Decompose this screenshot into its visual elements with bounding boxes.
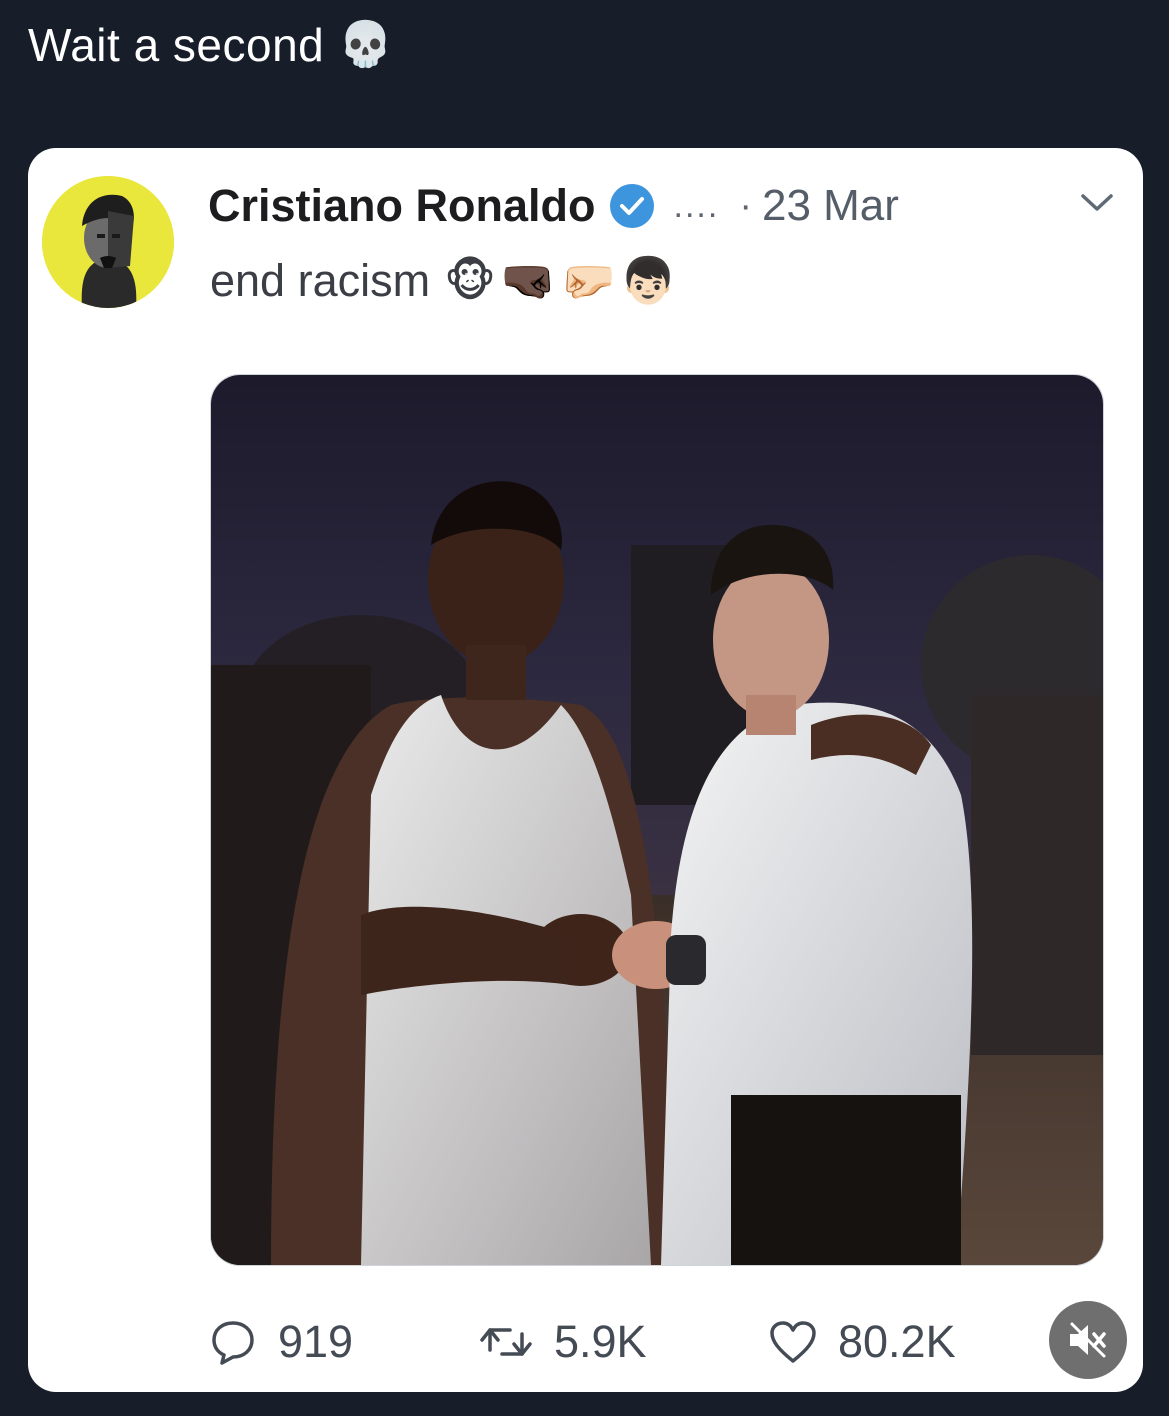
tweet-emojis: 🐵 🤜🏿 🤛🏻 👦🏻 xyxy=(444,254,676,307)
heart-icon xyxy=(770,1321,816,1363)
like-button[interactable]: 80.2K xyxy=(768,1316,956,1368)
monkey-emoji-icon: 🐵 xyxy=(444,255,497,306)
separator-dot: · xyxy=(739,184,752,227)
left-fist-emoji-icon: 🤛🏻 xyxy=(560,255,617,306)
reply-count: 919 xyxy=(278,1316,354,1367)
tweet-body: end racism 🐵 🤜🏿 🤛🏻 👦🏻 xyxy=(210,254,676,307)
speaker-muted-icon xyxy=(1070,1322,1106,1358)
retweet-icon xyxy=(480,1328,532,1356)
tweet-card[interactable]: Cristiano Ronaldo .... · 23 Mar end raci… xyxy=(28,148,1143,1392)
like-count: 80.2K xyxy=(838,1316,956,1367)
tweet-text: end racism xyxy=(210,254,431,306)
author-name[interactable]: Cristiano Ronaldo xyxy=(208,180,596,232)
tweet-photo-image xyxy=(211,375,1103,1265)
retweet-button[interactable]: 5.9K xyxy=(478,1316,768,1368)
mute-button[interactable] xyxy=(1049,1301,1127,1379)
author-handle[interactable]: .... xyxy=(674,187,720,226)
reply-bubble-icon xyxy=(212,1321,254,1365)
caption-text: Wait a second xyxy=(28,19,325,71)
tweet-photo[interactable] xyxy=(210,374,1104,1266)
boy-emoji-icon: 👦🏻 xyxy=(620,255,677,306)
tweet-date[interactable]: 23 Mar xyxy=(762,181,899,231)
right-fist-emoji-icon: 🤜🏿 xyxy=(500,255,557,306)
tweet-actions: 919 5.9K 80.2K xyxy=(208,1316,956,1368)
avatar[interactable] xyxy=(42,176,174,308)
verified-badge-icon xyxy=(609,184,654,228)
avatar-portrait-icon xyxy=(42,176,174,308)
tweet-header: Cristiano Ronaldo .... · 23 Mar xyxy=(208,180,899,232)
skull-emoji-icon: 💀 xyxy=(338,20,394,69)
chevron-down-icon[interactable] xyxy=(1079,190,1115,219)
post-caption: Wait a second 💀 xyxy=(28,18,394,72)
reply-button[interactable]: 919 xyxy=(208,1316,478,1368)
retweet-count: 5.9K xyxy=(554,1316,647,1367)
